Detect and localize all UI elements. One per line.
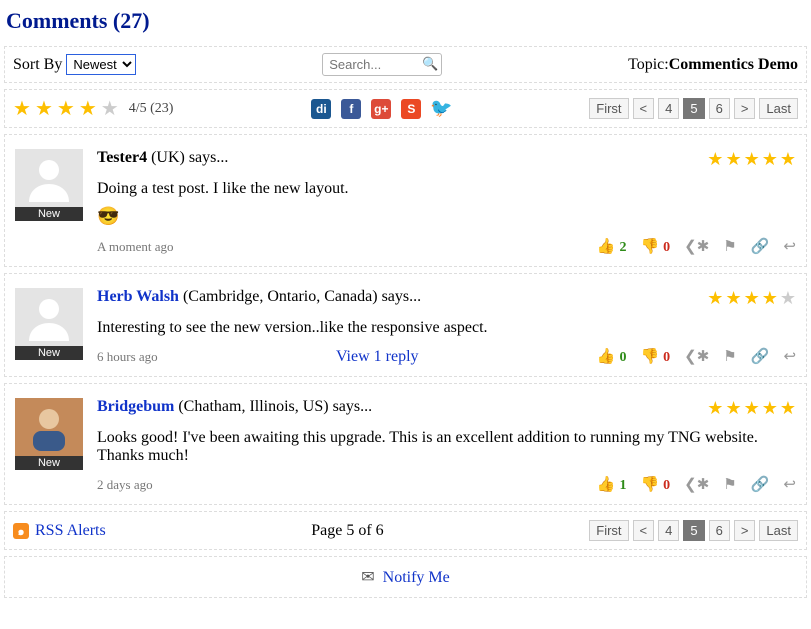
new-badge: New [15,456,83,470]
footer-bar: ๑ RSS Alerts Page 5 of 6 First < 4 5 6 >… [4,511,807,550]
comment-time: 2 days ago [97,477,153,493]
comment-text: Doing a test post. I like the new layout… [97,180,796,198]
share-icon[interactable]: ❮✱ [684,347,709,366]
pager-last[interactable]: Last [759,98,798,119]
comment-text: Looks good! I've been awaiting this upgr… [97,429,796,465]
top-bar: Sort By Newest 🔍 Topic: Commentics Demo [4,46,807,83]
flag-icon[interactable]: ⚑ [723,475,736,494]
comment-author: Tester4 [97,149,147,166]
social-share: di f g+ S 🐦 [311,99,451,119]
reply-icon[interactable]: ↩ [783,475,796,494]
facebook-icon[interactable]: f [341,99,361,119]
sort-select[interactable]: Newest [66,54,136,75]
comment-rating: ★★★★★ [707,288,796,309]
comment-text: Interesting to see the new version..like… [97,319,796,337]
sort-label: Sort By [13,56,62,74]
topic-label: Topic: [628,56,669,74]
reply-icon[interactable]: ↩ [783,237,796,256]
page-info: Page 5 of 6 [106,522,590,540]
comment-time: 6 hours ago [97,349,158,365]
comment: New Bridgebum (Chatham, Illinois, US) sa… [4,383,807,505]
pager-first[interactable]: First [589,98,628,119]
emoji-cool-icon: 😎 [97,206,796,227]
comment-rating: ★★★★★ [707,398,796,419]
comment-location: (Chatham, Illinois, US) [174,398,332,415]
downvote-button[interactable]: 👎 0 [640,475,670,494]
comment-author[interactable]: Herb Walsh [97,288,179,305]
share-icon[interactable]: ❮✱ [684,237,709,256]
flag-icon[interactable]: ⚑ [723,237,736,256]
share-icon[interactable]: ❮✱ [684,475,709,494]
comment: New Herb Walsh (Cambridge, Ontario, Cana… [4,273,807,377]
downvote-button[interactable]: 👎 0 [640,237,670,256]
pager-next[interactable]: > [734,98,756,119]
pager-4[interactable]: 4 [658,520,679,541]
pager-next[interactable]: > [734,520,756,541]
pager-prev[interactable]: < [633,520,655,541]
comment-location: (Cambridge, Ontario, Canada) [179,288,382,305]
avatar [15,149,83,207]
reply-icon[interactable]: ↩ [783,347,796,366]
pager-prev[interactable]: < [633,98,655,119]
view-replies-link[interactable]: View 1 reply [336,348,419,366]
pager-5[interactable]: 5 [683,520,704,541]
twitter-icon[interactable]: 🐦 [431,99,451,119]
pager-5[interactable]: 5 [683,98,704,119]
permalink-icon[interactable]: 🔗 [751,237,770,256]
comment-time: A moment ago [97,239,174,255]
comment-location: (UK) [147,149,189,166]
topic-name: Commentics Demo [669,56,798,74]
stumbleupon-icon[interactable]: S [401,99,421,119]
pager-6[interactable]: 6 [709,98,730,119]
upvote-button[interactable]: 👍 0 [597,347,627,366]
comment-rating: ★★★★★ [707,149,796,170]
says-label: says... [382,288,422,305]
new-badge: New [15,346,83,360]
avatar [15,288,83,346]
rss-icon[interactable]: ๑ [13,523,29,539]
mail-icon: ✉ [361,569,374,586]
overall-stars[interactable]: ★★★★★ [13,96,119,121]
notify-label: Notify Me [383,569,450,586]
pager-first[interactable]: First [589,520,628,541]
pager-4[interactable]: 4 [658,98,679,119]
avatar [15,398,83,456]
comments-heading: Comments (27) [0,0,811,46]
says-label: says... [189,149,229,166]
upvote-button[interactable]: 👍 1 [597,475,627,494]
pager-6[interactable]: 6 [709,520,730,541]
flag-icon[interactable]: ⚑ [723,347,736,366]
permalink-icon[interactable]: 🔗 [751,475,770,494]
search-icon[interactable]: 🔍 [422,56,438,72]
google-plus-icon[interactable]: g+ [371,99,391,119]
upvote-button[interactable]: 👍 2 [597,237,627,256]
new-badge: New [15,207,83,221]
pager-top: First < 4 5 6 > Last [589,98,798,119]
comment: New Tester4 (UK) says... ★★★★★ Doing a t… [4,134,807,267]
rss-link[interactable]: RSS Alerts [35,522,106,540]
rating-bar: ★★★★★ 4/5 (23) di f g+ S 🐦 First < 4 5 6… [4,89,807,128]
notify-button[interactable]: ✉ Notify Me [4,556,807,598]
says-label: says... [333,398,373,415]
comment-author[interactable]: Bridgebum [97,398,174,415]
pager-bottom: First < 4 5 6 > Last [589,520,798,541]
digg-icon[interactable]: di [311,99,331,119]
overall-rating-text: 4/5 (23) [129,101,174,117]
pager-last[interactable]: Last [759,520,798,541]
downvote-button[interactable]: 👎 0 [640,347,670,366]
permalink-icon[interactable]: 🔗 [751,347,770,366]
